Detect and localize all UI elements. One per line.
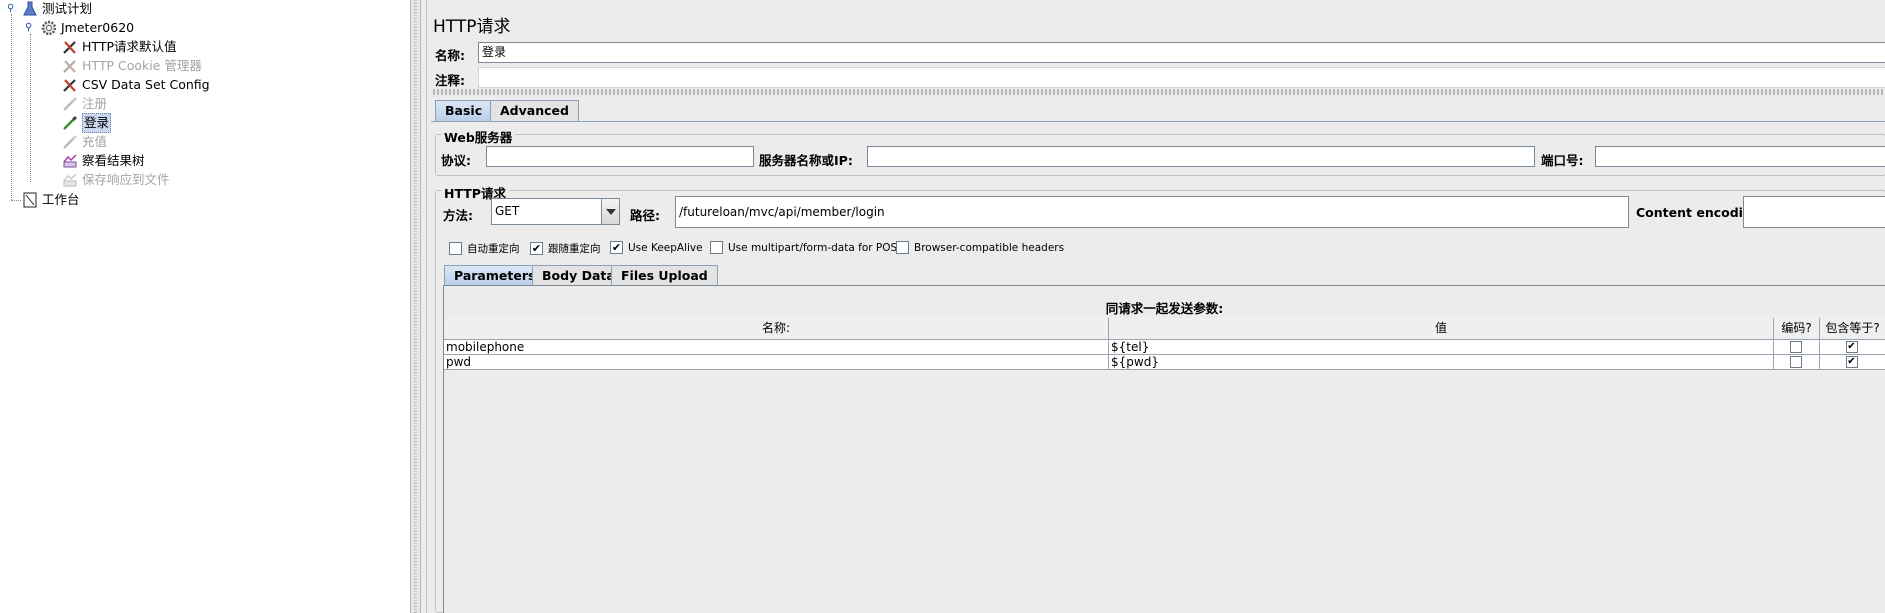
checkbox-box[interactable] (1789, 341, 1802, 353)
name-input[interactable]: 登录 (478, 42, 1885, 63)
checkmark-icon[interactable]: ✔ (530, 242, 543, 255)
listener-chart-icon (63, 154, 77, 168)
protocol-label: 协议: (441, 153, 471, 168)
comment-label: 注释: (435, 73, 465, 88)
checkbox-label: Use multipart/form-data for POST (728, 241, 904, 254)
checkbox-label: 跟随重定向 (548, 243, 601, 255)
follow-redirects-checkbox[interactable]: ✔ 跟随重定向 (530, 241, 601, 256)
column-header-include-equals[interactable]: 包含等于? (1820, 318, 1885, 340)
table-cell-encode[interactable] (1774, 355, 1820, 370)
protocol-input[interactable] (486, 146, 754, 167)
tree-line (11, 200, 21, 201)
checkbox-box[interactable] (1789, 356, 1802, 368)
tree-item-recharge[interactable]: 充值 (62, 133, 107, 151)
tree-item-label: 察看结果树 (82, 153, 145, 168)
tree-item-test-plan[interactable]: 测试计划 (22, 0, 92, 18)
table-cell-encode[interactable] (1774, 340, 1820, 355)
checkbox-label: Browser-compatible headers (914, 241, 1065, 254)
tree-item-thread-group[interactable]: Jmeter0620 (41, 19, 134, 37)
tab-advanced[interactable]: Advanced (490, 100, 579, 121)
tab-files-upload[interactable]: Files Upload (611, 265, 718, 286)
encoding-input[interactable] (1743, 196, 1885, 228)
config-tools-icon (63, 41, 76, 54)
pane-splitter[interactable] (411, 0, 421, 613)
table-cell-include-equals[interactable]: ✔ (1820, 340, 1885, 355)
tree-item-label: Jmeter0620 (61, 20, 135, 35)
port-label: 端口号: (1541, 153, 1584, 168)
auto-redirect-checkbox[interactable]: 自动重定向 (449, 241, 520, 256)
test-plan-icon (23, 1, 37, 16)
comment-input[interactable] (478, 67, 1885, 88)
tree-item-save-responses[interactable]: 保存响应到文件 (62, 171, 170, 189)
method-select[interactable]: GET (491, 198, 620, 225)
sampler-pipette-icon (63, 96, 78, 111)
workbench-icon (23, 192, 37, 208)
table-cell-value[interactable]: ${tel} (1109, 340, 1774, 355)
path-label: 路径: (630, 208, 660, 223)
tree-item-result-tree[interactable]: 察看结果树 (62, 152, 145, 170)
table-cell-value[interactable]: ${pwd} (1109, 355, 1774, 370)
tree-item-label: 注册 (82, 96, 108, 111)
sampler-pipette-icon (63, 134, 78, 149)
tree-item-csv-config[interactable]: CSV Data Set Config (62, 76, 210, 94)
tree-item-label: 测试计划 (42, 1, 93, 16)
checkmark-icon[interactable]: ✔ (1845, 341, 1858, 353)
tab-basic[interactable]: Basic (435, 100, 493, 121)
tree-item-http-defaults[interactable]: HTTP请求默认值 (62, 38, 177, 56)
tree-item-label: 登录 (82, 113, 112, 133)
tree-item-label: 充值 (82, 134, 108, 149)
splitter-grip (414, 0, 417, 613)
thread-group-gear-icon (41, 20, 57, 36)
tree-item-label: HTTP请求默认值 (82, 39, 177, 54)
expand-toggle-icon[interactable]: ⚲ (7, 3, 14, 14)
sampler-pipette-icon (63, 115, 78, 130)
parameters-table-panel: 同请求一起发送参数: 名称: 值 编码? 包含等于? mobilephone $… (443, 285, 1885, 613)
checkbox-box[interactable] (449, 242, 462, 255)
test-plan-tree[interactable]: ⚲ ⚲ 测试计划 Jmeter0620 HTTP请求默认值 HTTP Cooki… (0, 0, 411, 613)
checkbox-box[interactable] (710, 241, 723, 254)
chevron-down-icon[interactable] (601, 199, 619, 224)
tree-item-register[interactable]: 注册 (62, 95, 107, 113)
port-input[interactable] (1595, 146, 1885, 167)
listener-chart-icon (63, 173, 77, 187)
multipart-checkbox[interactable]: Use multipart/form-data for POST (710, 241, 904, 254)
tree-item-login[interactable]: 登录 (62, 113, 112, 133)
checkmark-icon[interactable]: ✔ (610, 241, 623, 254)
tree-line (11, 14, 12, 200)
tree-item-cookie-manager[interactable]: HTTP Cookie 管理器 (62, 57, 202, 75)
config-tools-icon (63, 60, 76, 73)
tree-item-label: CSV Data Set Config (82, 77, 210, 92)
server-label: 服务器名称或IP: (759, 153, 853, 168)
checkbox-box[interactable] (896, 241, 909, 254)
collapse-divider[interactable] (433, 89, 1885, 95)
column-header-encode[interactable]: 编码? (1774, 318, 1820, 340)
checkbox-label: Use KeepAlive (628, 241, 703, 254)
table-cell-name[interactable]: pwd (444, 355, 1109, 370)
keepalive-checkbox[interactable]: ✔ Use KeepAlive (610, 241, 703, 254)
checkbox-label: 自动重定向 (467, 243, 520, 255)
parameters-caption: 同请求一起发送参数: (1105, 301, 1224, 316)
tree-item-label: 保存响应到文件 (82, 172, 170, 187)
panel-title: HTTP请求 (433, 17, 511, 37)
column-header-value[interactable]: 值 (1109, 318, 1774, 340)
tab-parameters[interactable]: Parameters (444, 265, 546, 286)
method-value: GET (495, 204, 520, 218)
tree-item-label: 工作台 (42, 192, 80, 207)
name-label: 名称: (435, 48, 465, 63)
browser-headers-checkbox[interactable]: Browser-compatible headers (896, 241, 1064, 254)
server-input[interactable] (867, 146, 1535, 167)
tree-line (30, 34, 31, 182)
config-tools-icon (63, 79, 76, 92)
tab-strip-line (431, 121, 1885, 122)
method-label: 方法: (443, 208, 473, 223)
checkmark-icon[interactable]: ✔ (1845, 356, 1858, 368)
column-header-name[interactable]: 名称: (444, 318, 1109, 340)
tree-item-label: HTTP Cookie 管理器 (82, 58, 202, 73)
expand-toggle-icon[interactable]: ⚲ (25, 22, 32, 33)
web-server-title: Web服务器 (441, 127, 516, 146)
table-cell-name[interactable]: mobilephone (444, 340, 1109, 355)
table-cell-include-equals[interactable]: ✔ (1820, 355, 1885, 370)
path-input[interactable]: /futureloan/mvc/api/member/login (675, 196, 1629, 228)
tree-item-workbench[interactable]: 工作台 (22, 191, 80, 209)
